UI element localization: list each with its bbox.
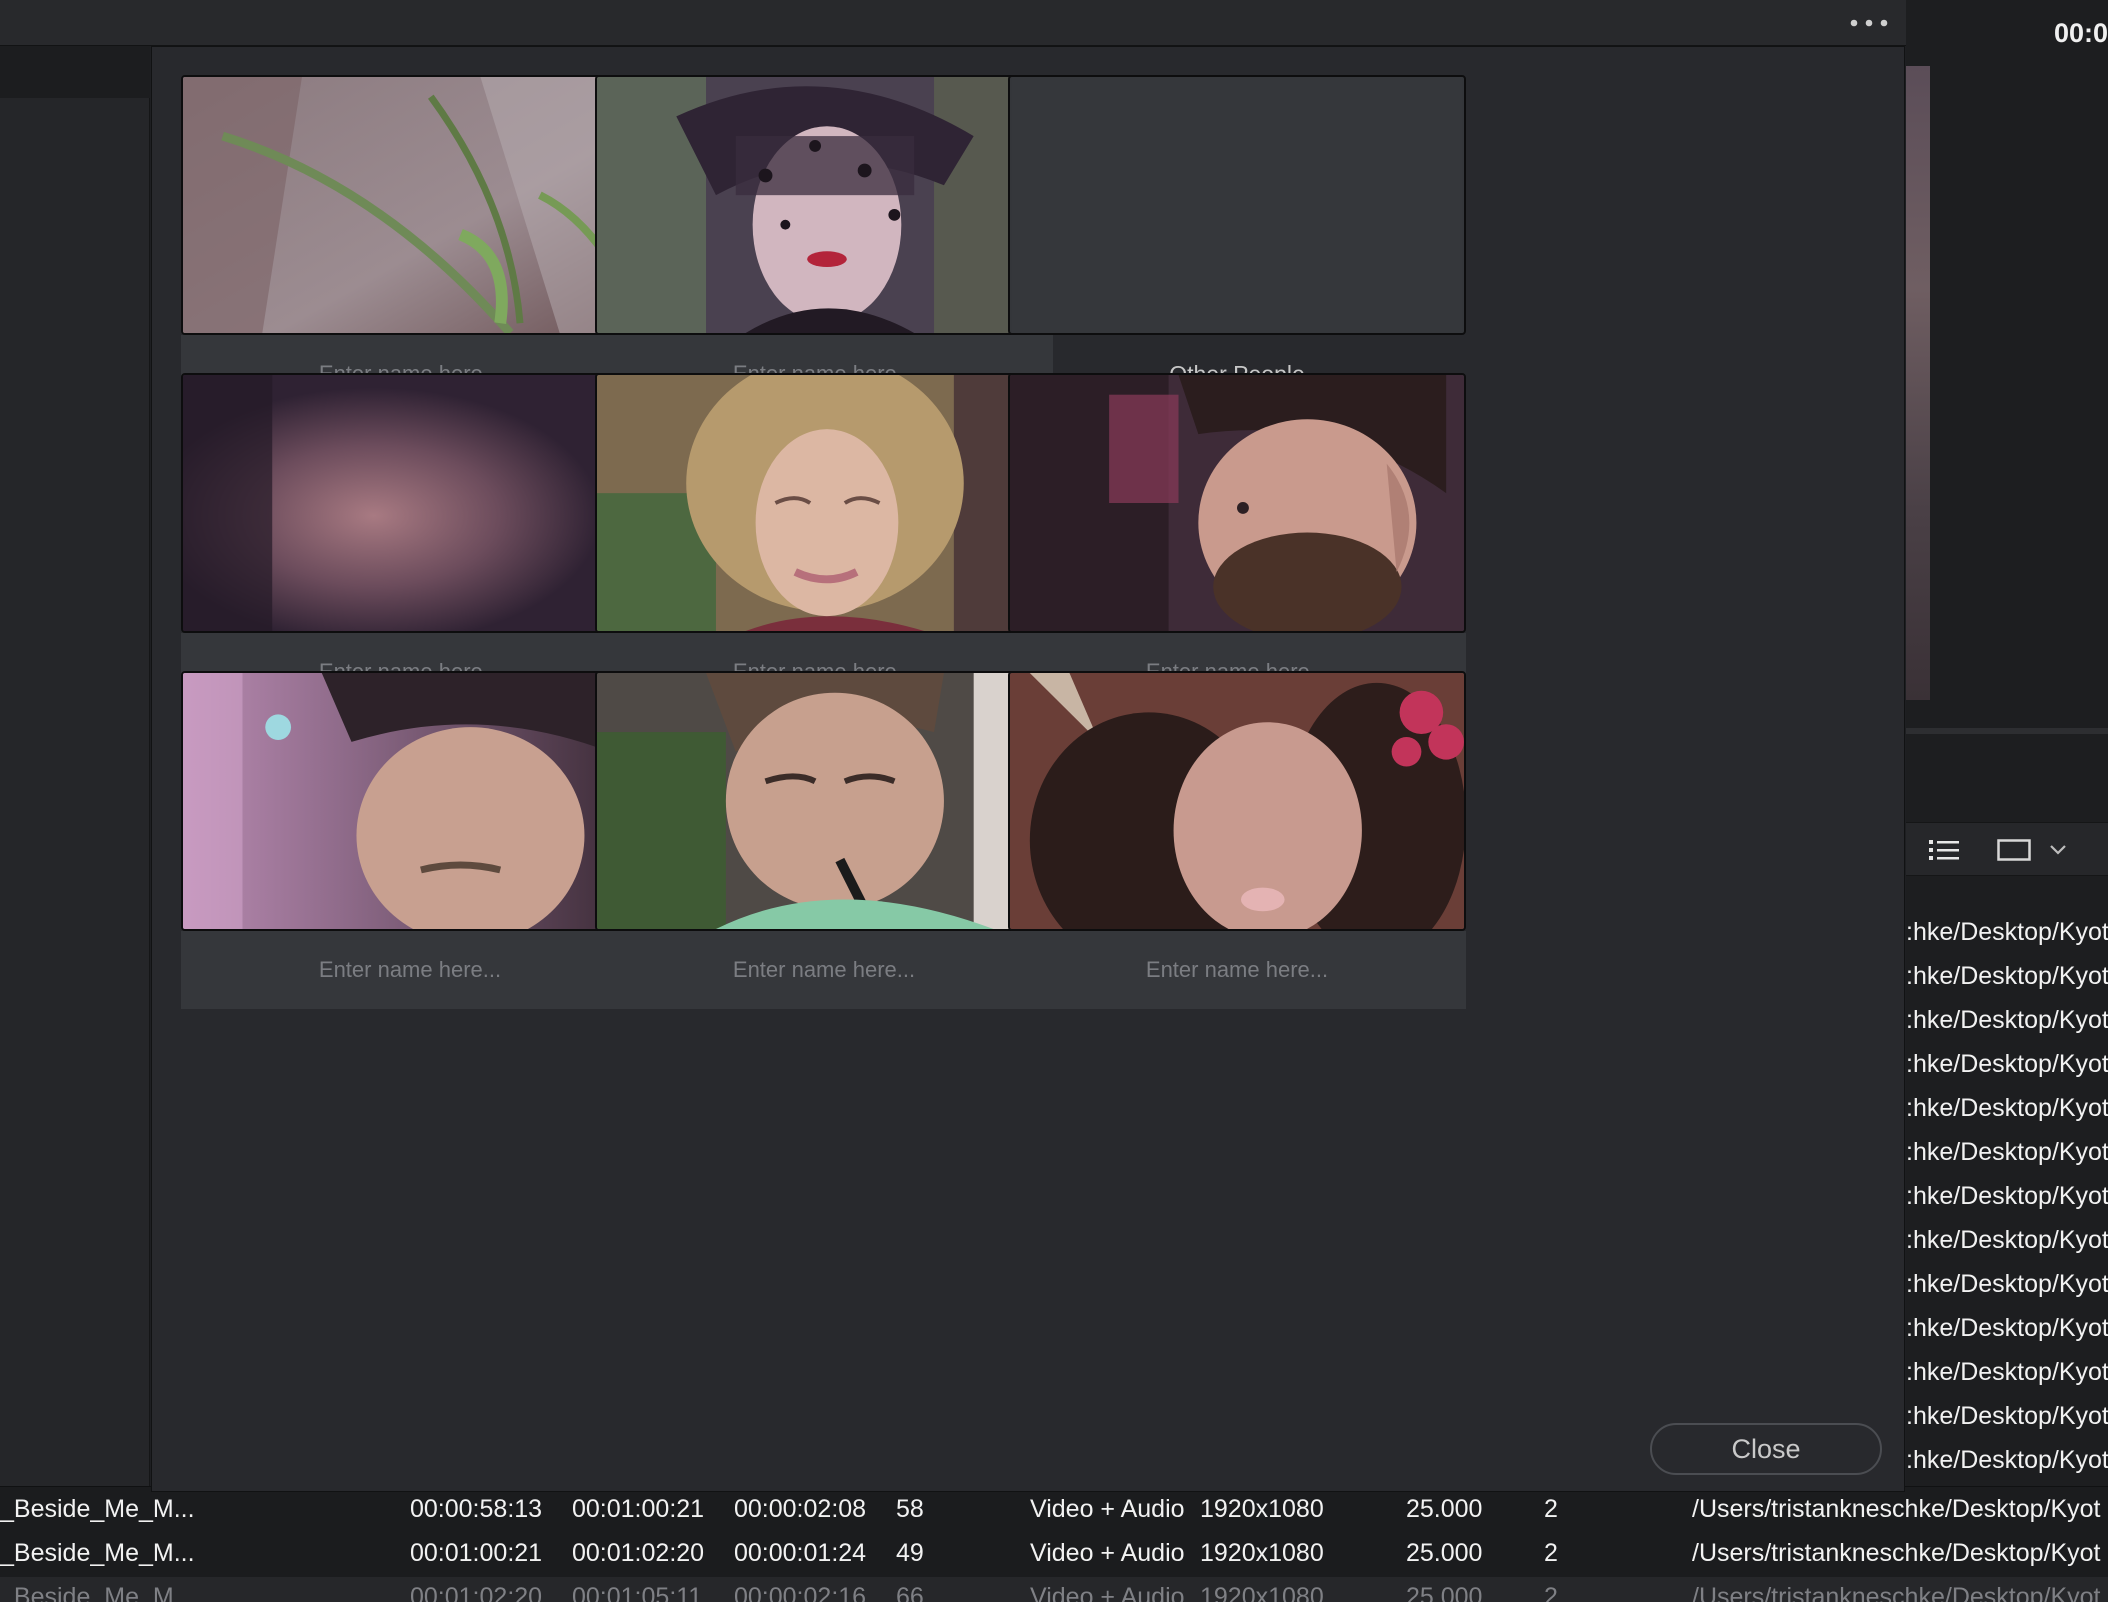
table-cell-channels: 2 bbox=[1544, 1495, 1558, 1523]
person-card bbox=[181, 75, 639, 413]
viewer-preview bbox=[1906, 66, 1930, 700]
table-cell-channels: 2 bbox=[1544, 1583, 1558, 1602]
table-cell-name: _Beside_Me_M... bbox=[0, 1539, 195, 1567]
viewer-timecode: 00:0 bbox=[2053, 18, 2108, 48]
table-cell-frames: 66 bbox=[896, 1583, 924, 1602]
table-cell-start: 00:00:58:13 bbox=[410, 1495, 543, 1523]
face-thumbnail[interactable] bbox=[1008, 373, 1466, 633]
path-cell: :hke/Desktop/Kyot bbox=[1906, 1358, 2108, 1386]
left-panel bbox=[0, 46, 150, 1492]
table-cell-resolution: 1920x1080 bbox=[1200, 1583, 1324, 1602]
path-cell: :hke/Desktop/Kyot bbox=[1906, 1270, 2108, 1298]
table-cell-start: 00:01:02:20 bbox=[410, 1583, 543, 1602]
person-card bbox=[181, 373, 639, 711]
chevron-down-icon[interactable] bbox=[2044, 833, 2072, 867]
viewer-scrubber[interactable] bbox=[1906, 728, 2108, 734]
face-thumbnail[interactable] bbox=[1008, 75, 1466, 335]
table-cell-end: 00:01:00:21 bbox=[572, 1495, 705, 1523]
person-card bbox=[595, 671, 1053, 1009]
left-panel-header bbox=[0, 46, 150, 98]
person-name-input[interactable] bbox=[181, 931, 639, 1009]
table-cell-end: 00:01:05:11 bbox=[572, 1583, 703, 1602]
table-cell-fps: 25.000 bbox=[1406, 1539, 1483, 1567]
path-cell: :hke/Desktop/Kyot bbox=[1906, 1050, 2108, 1078]
table-cell-path: /Users/tristankneschke/Desktop/Kyot bbox=[1692, 1539, 2101, 1567]
person-name-input[interactable] bbox=[1008, 931, 1466, 1009]
path-cell: :hke/Desktop/Kyot bbox=[1906, 1402, 2108, 1430]
person-card bbox=[181, 671, 639, 1009]
table-cell-fps: 25.000 bbox=[1406, 1583, 1483, 1602]
table-cell-path: /Users/tristankneschke/Desktop/Kyot bbox=[1692, 1583, 2101, 1602]
list-view-icon[interactable] bbox=[1924, 833, 1964, 867]
table-cell-type: Video + Audio bbox=[1030, 1495, 1185, 1523]
table-cell-end: 00:01:02:20 bbox=[572, 1539, 705, 1567]
path-cell: :hke/Desktop/Kyot bbox=[1906, 1226, 2108, 1254]
clip-table: _Beside_Me_M... 00:00:58:13 00:01:00:21 00:… bbox=[0, 1486, 2108, 1602]
path-cell: :hke/Desktop/Kyot bbox=[1906, 1006, 2108, 1034]
table-cell-resolution: 1920x1080 bbox=[1200, 1539, 1324, 1567]
frame-view-icon[interactable] bbox=[1994, 833, 2034, 867]
path-cell: :hke/Desktop/Kyot bbox=[1906, 1094, 2108, 1122]
person-name-input[interactable] bbox=[595, 931, 1053, 1009]
right-panel: 00:0 :hke/Desktop/Kyot :hke/Desktop/Kyot:… bbox=[1906, 0, 2108, 1492]
table-row[interactable]: _Beside_Me_M... 00:01:00:21 00:01:02:20 00:… bbox=[0, 1533, 2108, 1577]
person-card bbox=[1008, 373, 1466, 711]
path-cell: :hke/Desktop/Kyot bbox=[1906, 1314, 2108, 1342]
table-row[interactable]: _Beside_Me_M... 00:00:58:13 00:01:00:21 00:… bbox=[0, 1489, 2108, 1533]
table-cell-name: _Beside_Me_M... bbox=[0, 1495, 195, 1523]
person-card: Other People bbox=[1008, 75, 1466, 413]
table-cell-duration: 00:00:01:24 bbox=[734, 1539, 867, 1567]
table-cell-type: Video + Audio bbox=[1030, 1583, 1185, 1602]
person-card bbox=[595, 75, 1053, 413]
more-horizontal-icon[interactable] bbox=[1834, 2, 1904, 44]
path-cell: :hke/Desktop/Kyot bbox=[1906, 1446, 2108, 1474]
face-thumbnail[interactable] bbox=[595, 671, 1053, 931]
face-thumbnail[interactable] bbox=[595, 373, 1053, 633]
path-cell: :hke/Desktop/Kyot bbox=[1906, 1182, 2108, 1210]
close-button[interactable]: Close bbox=[1650, 1423, 1882, 1475]
face-thumbnail[interactable] bbox=[181, 671, 639, 931]
table-cell-start: 00:01:00:21 bbox=[410, 1539, 543, 1567]
table-cell-fps: 25.000 bbox=[1406, 1495, 1483, 1523]
table-cell-name: _Beside_Me_M... bbox=[0, 1583, 195, 1602]
face-thumbnail[interactable] bbox=[181, 373, 639, 633]
table-cell-type: Video + Audio bbox=[1030, 1539, 1185, 1567]
table-row[interactable]: _Beside_Me_M... 00:01:02:20 00:01:05:11 00:… bbox=[0, 1577, 2108, 1602]
table-cell-channels: 2 bbox=[1544, 1539, 1558, 1567]
path-cell: :hke/Desktop/Kyot bbox=[1906, 918, 2108, 946]
table-cell-path: /Users/tristankneschke/Desktop/Kyot bbox=[1692, 1495, 2101, 1523]
people-naming-dialog: Other People Close bbox=[151, 46, 1905, 1492]
face-thumbnail[interactable] bbox=[595, 75, 1053, 335]
table-cell-duration: 00:00:02:08 bbox=[734, 1495, 867, 1523]
table-cell-duration: 00:00:02:16 bbox=[734, 1583, 867, 1602]
person-card bbox=[595, 373, 1053, 711]
table-cell-frames: 58 bbox=[896, 1495, 924, 1523]
person-card bbox=[1008, 671, 1466, 1009]
path-cell: :hke/Desktop/Kyot bbox=[1906, 962, 2108, 990]
media-pool-toolbar bbox=[1906, 822, 2108, 876]
face-thumbnail[interactable] bbox=[1008, 671, 1466, 931]
top-strip bbox=[0, 0, 2108, 46]
table-cell-frames: 49 bbox=[896, 1539, 924, 1567]
table-cell-resolution: 1920x1080 bbox=[1200, 1495, 1324, 1523]
path-cell: :hke/Desktop/Kyot bbox=[1906, 1138, 2108, 1166]
path-column: :hke/Desktop/Kyot :hke/Desktop/Kyot :hke/D… bbox=[1906, 912, 2108, 1484]
face-thumbnail[interactable] bbox=[181, 75, 639, 335]
